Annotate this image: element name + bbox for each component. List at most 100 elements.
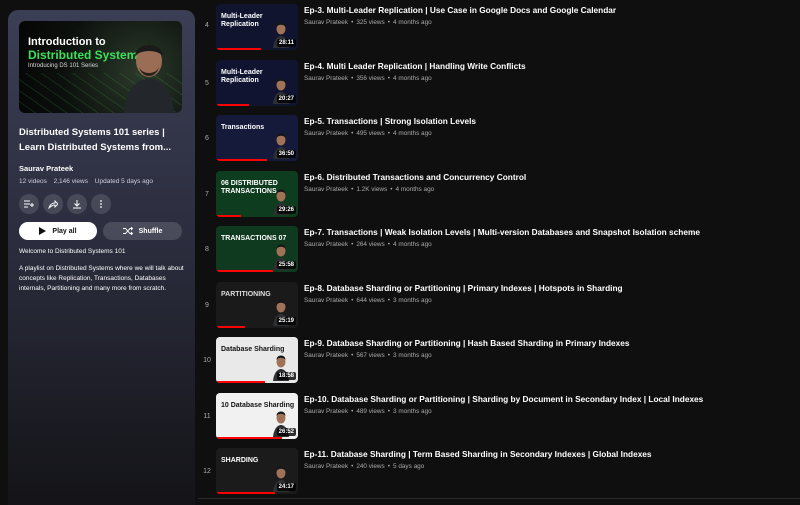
shuffle-label: Shuffle bbox=[138, 227, 163, 235]
video-meta: Saurav Prateek • 489 views • 3 months ago bbox=[304, 408, 432, 415]
playlist-welcome: Welcome to Distributed Systems 101 bbox=[19, 248, 126, 255]
watch-progress-bar bbox=[216, 104, 249, 106]
video-title[interactable]: Ep-4. Multi Leader Replication | Handlin… bbox=[304, 61, 526, 71]
video-duration: 26:52 bbox=[276, 428, 296, 436]
video-index: 12 bbox=[203, 468, 211, 475]
video-age: 5 days ago bbox=[392, 463, 425, 470]
video-age: 4 months ago bbox=[392, 241, 432, 248]
video-views: 325 views bbox=[356, 19, 385, 26]
video-views: 240 views bbox=[356, 463, 385, 470]
video-views: 1.2K views bbox=[356, 186, 388, 193]
download-button[interactable] bbox=[67, 194, 87, 214]
play-all-label: Play all bbox=[52, 227, 77, 235]
video-duration: 24:17 bbox=[276, 483, 296, 491]
video-thumbnail[interactable]: Transactions 36:50 bbox=[216, 115, 298, 161]
video-row[interactable]: 9 PARTITIONING 25:19 Ep-8. Database Shar… bbox=[198, 278, 800, 333]
play-all-button[interactable]: Play all bbox=[19, 222, 97, 240]
video-age: 3 months ago bbox=[392, 408, 432, 415]
add-to-queue-button[interactable] bbox=[19, 194, 39, 214]
video-thumbnail[interactable]: PARTITIONING 25:19 bbox=[216, 282, 298, 328]
video-views: 644 views bbox=[356, 297, 385, 304]
playback-buttons: Play all Shuffle bbox=[19, 222, 184, 240]
video-index: 4 bbox=[205, 22, 209, 29]
video-duration: 20:27 bbox=[276, 95, 296, 103]
video-meta: Saurav Prateek • 356 views • 4 months ago bbox=[304, 75, 432, 82]
video-age: 4 months ago bbox=[392, 75, 432, 82]
video-row[interactable]: 10 Database Sharding 18:58 Ep-9. Databas… bbox=[198, 333, 800, 388]
video-views: 495 views bbox=[356, 130, 385, 137]
video-row[interactable]: 8 TRANSACTIONS 07 25:58 Ep-7. Transactio… bbox=[198, 222, 800, 277]
video-meta: Saurav Prateek • 264 views • 4 months ago bbox=[304, 241, 432, 248]
video-title[interactable]: Ep-9. Database Sharding or Partitioning … bbox=[304, 338, 630, 348]
watch-progress-bar bbox=[216, 326, 245, 328]
video-thumbnail[interactable]: Multi-Leader Replication 28:11 bbox=[216, 4, 298, 50]
video-channel[interactable]: Saurav Prateek bbox=[304, 463, 348, 470]
video-title[interactable]: Ep-7. Transactions | Weak Isolation Leve… bbox=[304, 227, 700, 237]
video-duration: 29:26 bbox=[276, 206, 296, 214]
video-row[interactable]: 11 10 Database Sharding 26:52 Ep-10. Dat… bbox=[198, 389, 800, 444]
watch-progress-bar bbox=[216, 492, 276, 494]
video-views: 356 views bbox=[356, 75, 385, 82]
video-age: 4 months ago bbox=[395, 186, 435, 193]
video-thumbnail[interactable]: TRANSACTIONS 07 25:58 bbox=[216, 226, 298, 272]
video-duration: 25:58 bbox=[276, 261, 296, 269]
video-channel[interactable]: Saurav Prateek bbox=[304, 241, 348, 248]
playlist-description: A playlist on Distributed Systems where … bbox=[19, 265, 184, 292]
add-to-queue-icon bbox=[24, 200, 34, 208]
video-title[interactable]: Ep-3. Multi-Leader Replication | Use Cas… bbox=[304, 5, 616, 15]
more-icon bbox=[100, 200, 102, 208]
share-button[interactable] bbox=[43, 194, 63, 214]
watch-progress-bar bbox=[216, 215, 241, 217]
video-channel[interactable]: Saurav Prateek bbox=[304, 297, 348, 304]
video-thumbnail[interactable]: Multi-Leader Replication 20:27 bbox=[216, 60, 298, 106]
video-channel[interactable]: Saurav Prateek bbox=[304, 19, 348, 26]
video-channel[interactable]: Saurav Prateek bbox=[304, 130, 348, 137]
video-thumbnail[interactable]: SHARDING 24:17 bbox=[216, 448, 298, 494]
watch-progress-bar bbox=[216, 159, 267, 161]
more-button[interactable] bbox=[91, 194, 111, 214]
video-meta: Saurav Prateek • 325 views • 4 months ago bbox=[304, 19, 432, 26]
video-row[interactable]: 4 Multi-Leader Replication 28:11 Ep-3. M… bbox=[198, 0, 800, 55]
watch-progress-bar bbox=[216, 381, 266, 383]
video-channel[interactable]: Saurav Prateek bbox=[304, 75, 348, 82]
video-thumbnail[interactable]: Database Sharding 18:58 bbox=[216, 337, 298, 383]
video-title[interactable]: Ep-6. Distributed Transactions and Concu… bbox=[304, 172, 526, 182]
video-row[interactable]: 12 SHARDING 24:17 Ep-11. Database Shardi… bbox=[198, 444, 800, 499]
playlist-meta: 12 videos 2,146 views Updated 5 days ago bbox=[19, 178, 184, 185]
video-duration: 28:11 bbox=[276, 39, 296, 47]
video-title[interactable]: Ep-8. Database Sharding or Partitioning … bbox=[304, 283, 623, 293]
video-age: 3 months ago bbox=[392, 297, 432, 304]
presenter-figure bbox=[124, 45, 174, 113]
playlist-title: Distributed Systems 101 series | Learn D… bbox=[19, 127, 172, 153]
view-count: 2,146 views bbox=[53, 178, 88, 185]
video-title[interactable]: Ep-5. Transactions | Strong Isolation Le… bbox=[304, 116, 476, 126]
video-count: 12 videos bbox=[19, 178, 47, 185]
video-channel[interactable]: Saurav Prateek bbox=[304, 352, 348, 359]
video-thumbnail[interactable]: 10 Database Sharding 26:52 bbox=[216, 393, 298, 439]
list-divider bbox=[198, 498, 800, 499]
video-channel[interactable]: Saurav Prateek bbox=[304, 186, 348, 193]
updated-text: Updated 5 days ago bbox=[94, 178, 153, 185]
watch-progress-bar bbox=[216, 437, 282, 439]
video-meta: Saurav Prateek • 567 views • 3 months ago bbox=[304, 352, 432, 359]
share-icon bbox=[48, 199, 58, 209]
video-title[interactable]: Ep-11. Database Sharding | Term Based Sh… bbox=[304, 449, 652, 459]
shuffle-button[interactable]: Shuffle bbox=[103, 222, 182, 240]
video-title[interactable]: Ep-10. Database Sharding or Partitioning… bbox=[304, 394, 703, 404]
video-duration: 36:50 bbox=[276, 150, 296, 158]
playlist-cover-image[interactable]: Introduction to Distributed Systems Intr… bbox=[19, 21, 182, 113]
play-icon bbox=[39, 227, 47, 235]
video-views: 567 views bbox=[356, 352, 385, 359]
video-index: 6 bbox=[205, 135, 209, 142]
video-row[interactable]: 5 Multi-Leader Replication 20:27 Ep-4. M… bbox=[198, 56, 800, 111]
video-thumbnail[interactable]: 06 DISTRIBUTED TRANSACTIONS 29:26 bbox=[216, 171, 298, 217]
playlist-author[interactable]: Saurav Prateek bbox=[19, 164, 184, 173]
video-age: 4 months ago bbox=[392, 130, 432, 137]
video-meta: Saurav Prateek • 495 views • 4 months ago bbox=[304, 130, 432, 137]
video-row[interactable]: 6 Transactions 36:50 Ep-5. Transactions … bbox=[198, 111, 800, 166]
video-row[interactable]: 7 06 DISTRIBUTED TRANSACTIONS 29:26 Ep-6… bbox=[198, 167, 800, 222]
cover-line1: Introduction to bbox=[28, 36, 106, 48]
playlist-header-panel: Introduction to Distributed Systems Intr… bbox=[8, 10, 195, 505]
video-channel[interactable]: Saurav Prateek bbox=[304, 408, 348, 415]
download-icon bbox=[73, 200, 81, 209]
